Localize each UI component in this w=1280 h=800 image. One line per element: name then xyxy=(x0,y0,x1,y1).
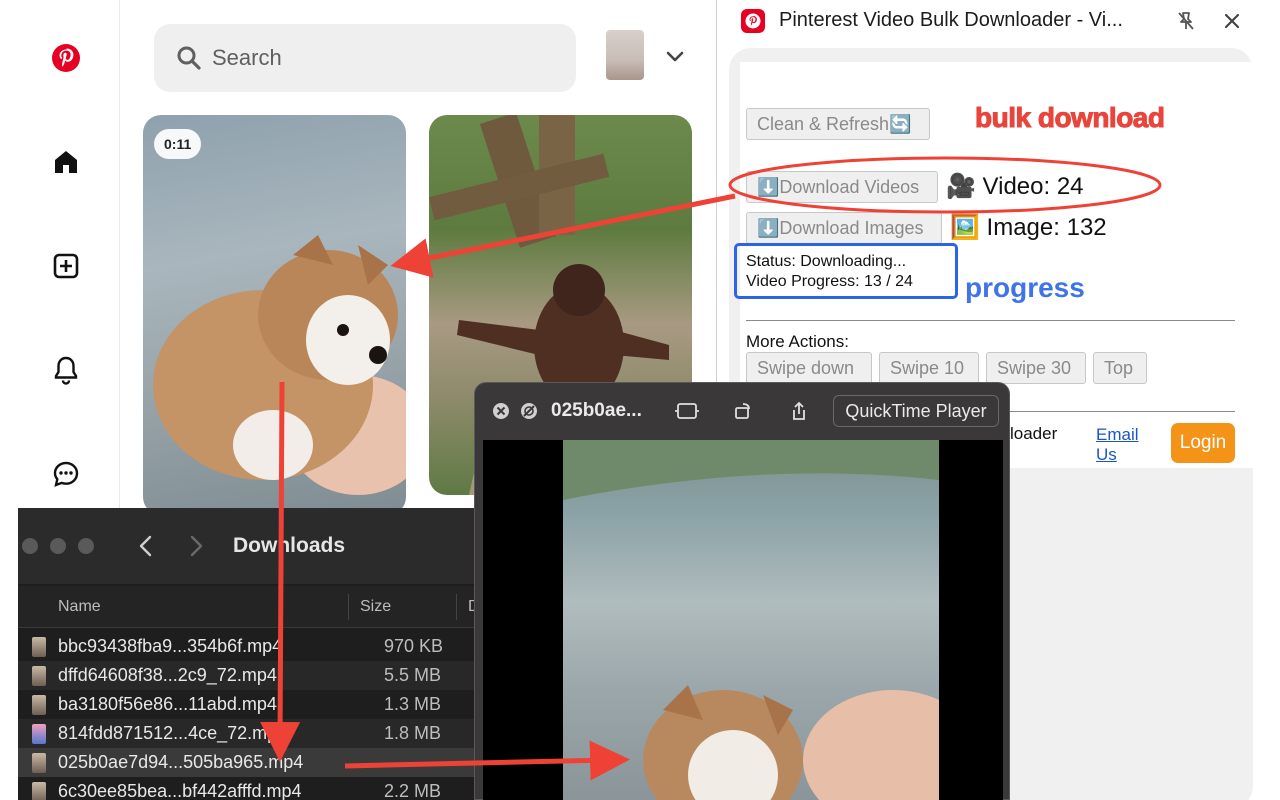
column-separator[interactable] xyxy=(456,594,457,620)
login-button[interactable]: Login xyxy=(1171,423,1235,463)
create-icon[interactable] xyxy=(46,246,86,286)
column-separator[interactable] xyxy=(348,594,349,620)
quicktime-player-button[interactable]: QuickTime Player xyxy=(833,395,999,427)
trim-icon[interactable] xyxy=(673,401,701,421)
bell-icon[interactable] xyxy=(46,350,86,390)
download-images-button[interactable]: ⬇️Download Images xyxy=(746,212,942,244)
email-us-link[interactable]: Email Us xyxy=(1096,425,1156,465)
swipe-30-button[interactable]: Swipe 30 xyxy=(986,352,1086,384)
search-placeholder: Search xyxy=(212,45,282,70)
column-size[interactable]: Size xyxy=(360,598,391,616)
top-button[interactable]: Top xyxy=(1093,352,1147,384)
swipe-10-button[interactable]: Swipe 10 xyxy=(879,352,979,384)
chevron-down-icon[interactable] xyxy=(664,48,686,66)
quicktime-window: 025b0ae... QuickTime Player xyxy=(474,382,1010,800)
file-size: 2.2 MB xyxy=(384,781,442,800)
download-videos-button[interactable]: ⬇️Download Videos xyxy=(746,171,938,203)
puppy-image xyxy=(153,235,406,495)
file-row[interactable]: 814fdd871512...4ce_72.mp4 1.8 MB xyxy=(18,719,488,748)
home-icon[interactable] xyxy=(46,142,86,182)
status-text: Status: Downloading... xyxy=(746,253,907,270)
puppy-video-image xyxy=(563,440,939,800)
status-box: Status: Downloading... Video Progress: 1… xyxy=(734,243,958,299)
file-name: ba3180f56e86...11abd.mp4 xyxy=(58,694,277,714)
file-size: 1.8 MB xyxy=(384,723,442,743)
file-size: 970 KB xyxy=(384,636,444,656)
file-row[interactable]: dffd64608f38...2c9_72.mp4 5.5 MB xyxy=(18,661,488,690)
file-row-selected[interactable]: 025b0ae7d94...505ba965.mp4 xyxy=(18,748,488,777)
annotation-bulk-download: bulk download xyxy=(975,102,1166,134)
image-count-label: 🖼️ Image: 132 xyxy=(950,213,1107,241)
pin-card-puppy[interactable]: 0:11 xyxy=(143,115,406,515)
video-file-icon xyxy=(32,666,46,686)
video-frame xyxy=(563,440,939,800)
file-name: bbc93438fba9...354b6f.mp4 xyxy=(58,636,283,656)
video-count-label: 🎥 Video: 24 xyxy=(946,172,1084,200)
file-row[interactable]: ba3180f56e86...11abd.mp4 1.3 MB xyxy=(18,690,488,719)
pinterest-logo-icon[interactable] xyxy=(46,38,86,78)
video-file-icon xyxy=(32,724,46,744)
video-file-icon xyxy=(32,753,46,773)
file-size: 1.3 MB xyxy=(384,694,442,714)
finder-window: Downloads Name Size D bbc93438fba9...354… xyxy=(18,508,488,800)
file-row[interactable]: bbc93438fba9...354b6f.mp4 970 KB xyxy=(18,632,488,661)
more-actions-label: More Actions: xyxy=(746,332,849,351)
swipe-down-button[interactable]: Swipe down xyxy=(746,352,872,384)
window-zoom-button[interactable] xyxy=(78,538,94,554)
file-name: 025b0ae7d94...505ba965.mp4 xyxy=(58,752,304,772)
window-close-button[interactable] xyxy=(22,538,38,554)
rotate-icon[interactable] xyxy=(733,401,753,421)
video-file-icon xyxy=(32,695,46,715)
video-file-icon xyxy=(32,782,46,800)
quicktime-title: 025b0ae... xyxy=(551,400,642,421)
file-name: dffd64608f38...2c9_72.mp4 xyxy=(58,665,277,685)
file-row[interactable]: 6c30ee85bea...bf442afffd.mp4 2.2 MB xyxy=(18,777,488,800)
minimize-disabled-icon[interactable] xyxy=(519,401,539,421)
clean-refresh-button[interactable]: Clean & Refresh🔄 xyxy=(746,108,930,140)
unpin-icon[interactable] xyxy=(1175,10,1197,32)
progress-text: Video Progress: 13 / 24 xyxy=(746,273,913,290)
messages-icon[interactable] xyxy=(46,454,86,494)
back-icon[interactable] xyxy=(136,534,156,558)
extension-title: Pinterest Video Bulk Downloader - Vi... xyxy=(779,9,1123,31)
file-name: 6c30ee85bea...bf442afffd.mp4 xyxy=(58,781,302,800)
screen: Search 0:11 Pinterest Video Bulk Downloa… xyxy=(0,0,1280,800)
divider xyxy=(746,320,1235,321)
search-input[interactable]: Search xyxy=(154,24,576,92)
share-icon[interactable] xyxy=(789,401,809,421)
window-minimize-button[interactable] xyxy=(50,538,66,554)
search-icon xyxy=(177,46,201,70)
file-name: 814fdd871512...4ce_72.mp4 xyxy=(58,723,288,743)
video-player[interactable] xyxy=(483,440,1003,800)
file-size: 5.5 MB xyxy=(384,665,442,685)
column-name[interactable]: Name xyxy=(58,598,101,616)
close-icon[interactable] xyxy=(491,401,511,421)
finder-column-headers: Name Size D xyxy=(18,586,488,628)
pinterest-logo-icon xyxy=(741,9,765,33)
finder-toolbar: Downloads xyxy=(18,508,488,584)
annotation-progress: progress xyxy=(965,272,1085,303)
finder-title: Downloads xyxy=(233,534,346,557)
avatar[interactable] xyxy=(606,30,644,80)
video-duration-badge: 0:11 xyxy=(154,129,202,159)
video-file-icon xyxy=(32,637,46,657)
forward-icon[interactable] xyxy=(186,534,206,558)
close-icon[interactable] xyxy=(1221,10,1243,32)
footer-text: loader xyxy=(1010,424,1058,443)
